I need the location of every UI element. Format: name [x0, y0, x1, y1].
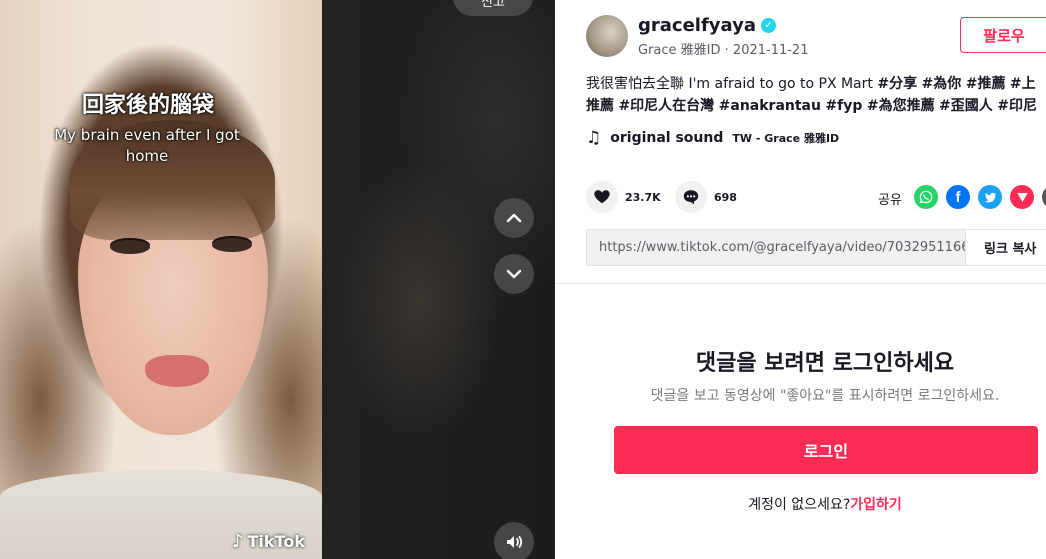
- video-subject-lips: [145, 355, 209, 387]
- username-text[interactable]: gracelfyaya: [638, 15, 756, 36]
- like-button[interactable]: [586, 181, 618, 213]
- next-video-button[interactable]: [494, 254, 534, 294]
- like-action[interactable]: 23.7K: [586, 181, 661, 213]
- author-username[interactable]: gracelfyaya ✓: [638, 15, 776, 36]
- video-subject-eye: [212, 238, 252, 252]
- hashtag-link[interactable]: #為你: [922, 76, 962, 92]
- no-account-text: 계정이 없으세요?: [748, 497, 851, 513]
- hashtag-link[interactable]: #推薦: [966, 76, 1006, 92]
- report-button[interactable]: 신고: [453, 0, 533, 16]
- verified-badge-icon: ✓: [761, 18, 776, 33]
- previous-video-button[interactable]: [494, 198, 534, 238]
- video-subject-eye: [110, 240, 150, 254]
- signup-link[interactable]: 가입하기: [850, 497, 902, 513]
- more-icon[interactable]: …: [1042, 185, 1046, 209]
- hashtag-link[interactable]: 推薦: [586, 98, 614, 114]
- whatsapp-icon[interactable]: [914, 185, 938, 209]
- volume-icon: [507, 536, 523, 548]
- music-title[interactable]: original sound: [610, 130, 723, 146]
- hashtag-link[interactable]: #歪國人: [939, 98, 993, 114]
- music-link[interactable]: ♫ original sound TW - Grace 雅雅ID: [586, 128, 839, 148]
- avatar[interactable]: [586, 15, 628, 57]
- report-label: 신고: [481, 0, 505, 10]
- hashtag-link[interactable]: #上: [1010, 76, 1036, 92]
- description-line-1: 我很害怕去全聯 I'm afraid to go to PX Mart #分享 …: [586, 73, 1046, 95]
- music-suffix[interactable]: TW - Grace 雅雅ID: [732, 130, 839, 146]
- login-prompt-subtitle: 댓글을 보고 동영상에 "좋아요"를 표시하려면 로그인하세요.: [650, 388, 1000, 404]
- video-caption-english: My brain even after I got home: [54, 126, 240, 165]
- video-description: 我很害怕去全聯 I'm afraid to go to PX Mart #分享 …: [586, 73, 1046, 117]
- video-link-url[interactable]: https://www.tiktok.com/@gracelfyaya/vide…: [587, 240, 965, 255]
- tiktok-logo-icon: ♪: [232, 531, 244, 552]
- share-label: 공유: [878, 193, 902, 208]
- comment-button[interactable]: [675, 181, 707, 213]
- login-button-label: 로그인: [803, 442, 849, 461]
- follow-button[interactable]: 팔로우: [960, 17, 1046, 53]
- chevron-up-icon: [506, 213, 522, 223]
- login-button[interactable]: 로그인: [614, 426, 1038, 474]
- description-text: 我很害怕去全聯 I'm afraid to go to PX Mart: [586, 76, 878, 92]
- login-prompt-title: 댓글을 보려면 로그인하세요: [695, 351, 955, 376]
- facebook-icon[interactable]: f: [946, 185, 970, 209]
- twitter-icon[interactable]: [978, 185, 1002, 209]
- share-icons: f …: [914, 185, 1046, 209]
- video-info-panel: gracelfyaya ✓ Grace 雅雅ID · 2021-11-21 팔로…: [555, 0, 1046, 559]
- hashtag-link[interactable]: #anakrantau: [719, 98, 821, 114]
- telegram-icon[interactable]: [1010, 185, 1034, 209]
- author-subline: Grace 雅雅ID · 2021-11-21: [638, 39, 808, 58]
- divider: [555, 283, 1046, 284]
- post-date: 2021-11-21: [732, 43, 809, 58]
- volume-button[interactable]: [494, 522, 534, 559]
- description-line-2: 推薦 #印尼人在台灣 #anakrantau #fyp #為您推薦 #歪國人 #…: [586, 95, 1046, 117]
- music-note-icon: ♫: [586, 128, 602, 148]
- comment-count: 698: [714, 190, 737, 204]
- heart-icon: [594, 190, 610, 204]
- tiktok-watermark: ♪ TikTok: [232, 531, 305, 552]
- hashtag-link[interactable]: #為您推薦: [867, 98, 935, 114]
- hashtag-link[interactable]: #fyp: [825, 98, 862, 114]
- video-player[interactable]: 回家後的腦袋 My brain even after I got home ♪ …: [0, 0, 555, 559]
- follow-label: 팔로우: [983, 26, 1025, 45]
- comment-icon: [683, 190, 699, 205]
- chevron-down-icon: [506, 269, 522, 279]
- hashtag-link[interactable]: #印尼: [997, 98, 1037, 114]
- signup-prompt: 계정이 없으세요?가입하기: [555, 494, 1046, 514]
- video-link-box: https://www.tiktok.com/@gracelfyaya/vide…: [586, 229, 1046, 266]
- video-caption-chinese: 回家後的腦袋: [81, 93, 214, 118]
- copy-link-label: 링크 복사: [984, 242, 1037, 257]
- separator: ·: [724, 43, 733, 58]
- watermark-text: TikTok: [247, 532, 305, 551]
- comment-action[interactable]: 698: [675, 181, 737, 213]
- hashtag-link[interactable]: #印尼人在台灣: [618, 98, 714, 114]
- copy-link-button[interactable]: 링크 복사: [965, 230, 1046, 265]
- like-count: 23.7K: [625, 190, 661, 204]
- hashtag-link[interactable]: #分享: [877, 76, 917, 92]
- author-display-name: Grace 雅雅ID: [638, 43, 721, 58]
- video-frame[interactable]: 回家後的腦袋 My brain even after I got home ♪ …: [0, 0, 322, 559]
